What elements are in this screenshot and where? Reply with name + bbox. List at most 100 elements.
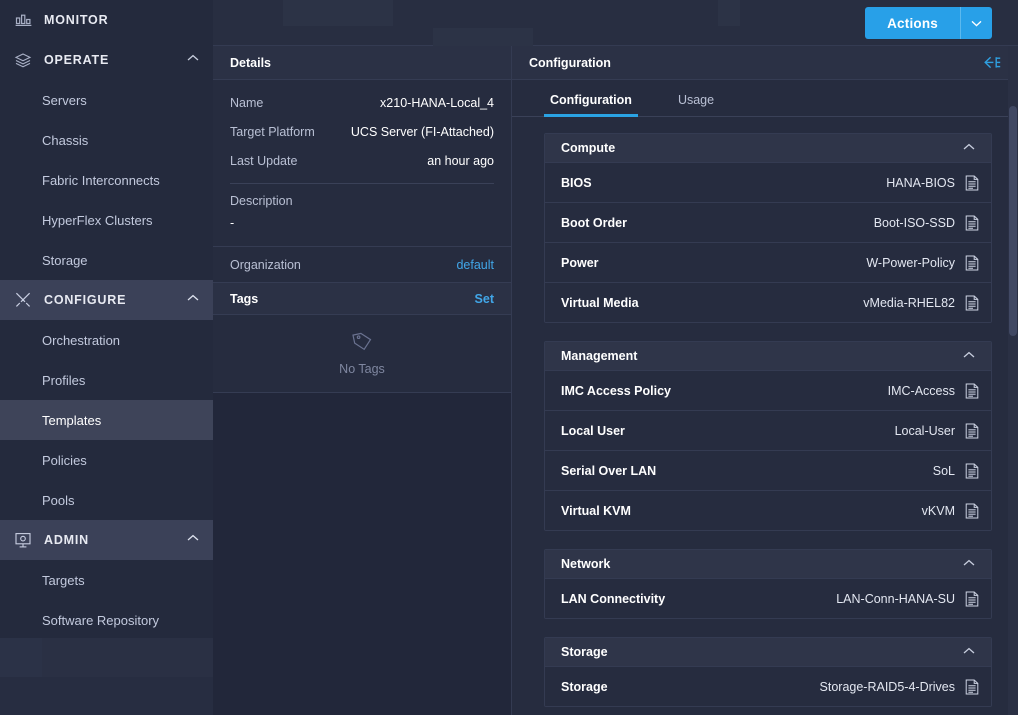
- section-header[interactable]: Compute: [545, 134, 991, 162]
- chevron-up-icon[interactable]: [187, 54, 199, 65]
- sidebar-item-chassis[interactable]: Chassis: [0, 120, 213, 160]
- config-row-virtual-kvm[interactable]: Virtual KVM vKVM: [545, 490, 991, 530]
- sidebar-item-label: Orchestration: [42, 332, 121, 348]
- policy-document-icon[interactable]: [965, 255, 979, 271]
- details-title: Details: [230, 55, 271, 70]
- chevron-up-icon[interactable]: [187, 534, 199, 545]
- sidebar-footer-area: [0, 638, 213, 715]
- details-body: Name x210-HANA-Local_4 Target Platform U…: [213, 80, 511, 246]
- config-row-imc-access-policy[interactable]: IMC Access Policy IMC-Access: [545, 370, 991, 410]
- chevron-up-icon[interactable]: [187, 294, 199, 305]
- config-row-storage[interactable]: Storage Storage-RAID5-4-Drives: [545, 666, 991, 706]
- config-row-local-user[interactable]: Local User Local-User: [545, 410, 991, 450]
- policy-document-icon[interactable]: [965, 383, 979, 399]
- sidebar-item-label: HyperFlex Clusters: [42, 212, 153, 228]
- details-row-last-update: Last Update an hour ago: [230, 146, 494, 175]
- section-header[interactable]: Network: [545, 550, 991, 578]
- configuration-panel-header: Configuration: [512, 46, 1018, 80]
- config-row-right: Local-User: [895, 423, 979, 439]
- tab-configuration[interactable]: Configuration: [544, 93, 638, 117]
- policy-document-icon[interactable]: [965, 463, 979, 479]
- config-row-serial-over-lan[interactable]: Serial Over LAN SoL: [545, 450, 991, 490]
- collapse-panel-icon[interactable]: [983, 56, 1001, 69]
- config-row-value: vMedia-RHEL82: [863, 295, 955, 310]
- sidebar-item-pools[interactable]: Pools: [0, 480, 213, 520]
- tab-usage[interactable]: Usage: [672, 93, 720, 116]
- sidebar-group-label: MONITOR: [44, 13, 109, 27]
- section-title: Network: [561, 557, 611, 571]
- details-row-key: Last Update: [230, 153, 298, 168]
- sidebar-item-storage[interactable]: Storage: [0, 240, 213, 280]
- sidebar-configure-items: Orchestration Profiles Templates Policie…: [0, 320, 213, 520]
- sidebar-item-orchestration[interactable]: Orchestration: [0, 320, 213, 360]
- actions-button-group[interactable]: Actions: [865, 7, 992, 39]
- policy-document-icon[interactable]: [965, 295, 979, 311]
- scrollbar-thumb[interactable]: [1009, 106, 1017, 336]
- configuration-title: Configuration: [529, 55, 611, 70]
- config-row-right: vKVM: [922, 503, 979, 519]
- sidebar-item-profiles[interactable]: Profiles: [0, 360, 213, 400]
- policy-document-icon[interactable]: [965, 215, 979, 231]
- policy-document-icon[interactable]: [965, 175, 979, 191]
- config-row-key: Serial Over LAN: [561, 463, 657, 478]
- config-row-value: Boot-ISO-SSD: [873, 215, 955, 230]
- config-row-value: W-Power-Policy: [866, 255, 955, 270]
- sidebar-item-label: Fabric Interconnects: [42, 172, 160, 188]
- chevron-up-icon[interactable]: [963, 142, 975, 154]
- sidebar-item-hyperflex-clusters[interactable]: HyperFlex Clusters: [0, 200, 213, 240]
- sidebar-item-software-repository[interactable]: Software Repository: [0, 600, 213, 640]
- sidebar-item-label: Software Repository: [42, 612, 160, 628]
- config-row-right: Storage-RAID5-4-Drives: [820, 679, 979, 695]
- sidebar-group-label: OPERATE: [44, 53, 110, 67]
- actions-button[interactable]: Actions: [865, 7, 960, 39]
- configuration-scroll-area: Compute BIOS HANA-BIOS Boot Order Boot-I…: [512, 117, 1018, 715]
- monitor-chart-icon: [10, 13, 36, 28]
- admin-console-icon: [10, 532, 36, 549]
- sidebar-item-fabric-interconnects[interactable]: Fabric Interconnects: [0, 160, 213, 200]
- section-header[interactable]: Management: [545, 342, 991, 370]
- sidebar-item-targets[interactable]: Targets: [0, 560, 213, 600]
- configuration-scrollbar[interactable]: [1008, 46, 1018, 715]
- chevron-up-icon[interactable]: [963, 558, 975, 570]
- sidebar-item-label: Storage: [42, 252, 88, 268]
- sidebar-group-admin[interactable]: ADMIN: [0, 520, 213, 560]
- chevron-up-icon[interactable]: [963, 646, 975, 658]
- policy-document-icon[interactable]: [965, 679, 979, 695]
- policy-document-icon[interactable]: [965, 503, 979, 519]
- sidebar-item-label: Pools: [42, 492, 75, 508]
- details-spacer: [230, 230, 494, 246]
- section-title: Storage: [561, 645, 608, 659]
- sidebar-group-label: CONFIGURE: [44, 293, 127, 307]
- config-row-key: Power: [561, 255, 599, 270]
- sidebar-group-monitor[interactable]: MONITOR: [0, 0, 213, 40]
- config-row-value: Storage-RAID5-4-Drives: [819, 679, 955, 694]
- description-value: -: [230, 216, 235, 230]
- section-network: Network LAN Connectivity LAN-Conn-HANA-S…: [544, 549, 992, 619]
- section-title: Management: [561, 349, 638, 363]
- policy-document-icon[interactable]: [965, 591, 979, 607]
- top-bar: Actions: [213, 0, 1018, 46]
- sidebar-item-label: Chassis: [42, 132, 89, 148]
- sidebar-item-label: Targets: [42, 572, 85, 588]
- config-row-power[interactable]: Power W-Power-Policy: [545, 242, 991, 282]
- details-panel-header: Details: [213, 46, 511, 80]
- sidebar-group-operate[interactable]: OPERATE: [0, 40, 213, 80]
- sidebar-item-servers[interactable]: Servers: [0, 80, 213, 120]
- sidebar-item-templates[interactable]: Templates: [0, 400, 213, 440]
- config-row-key: Storage: [561, 679, 608, 694]
- policy-document-icon[interactable]: [965, 423, 979, 439]
- section-header[interactable]: Storage: [545, 638, 991, 666]
- tags-set-button[interactable]: Set: [475, 292, 494, 306]
- details-row-value: an hour ago: [427, 153, 494, 168]
- tab-label: Usage: [677, 93, 715, 107]
- chevron-up-icon[interactable]: [963, 350, 975, 362]
- chevron-down-icon[interactable]: [960, 7, 992, 39]
- sidebar-item-policies[interactable]: Policies: [0, 440, 213, 480]
- config-row-boot-order[interactable]: Boot Order Boot-ISO-SSD: [545, 202, 991, 242]
- organization-value-link[interactable]: default: [456, 258, 494, 272]
- details-row-target-platform: Target Platform UCS Server (FI-Attached): [230, 117, 494, 146]
- config-row-bios[interactable]: BIOS HANA-BIOS: [545, 162, 991, 202]
- config-row-virtual-media[interactable]: Virtual Media vMedia-RHEL82: [545, 282, 991, 322]
- config-row-lan-connectivity[interactable]: LAN Connectivity LAN-Conn-HANA-SU: [545, 578, 991, 618]
- sidebar-group-configure[interactable]: CONFIGURE: [0, 280, 213, 320]
